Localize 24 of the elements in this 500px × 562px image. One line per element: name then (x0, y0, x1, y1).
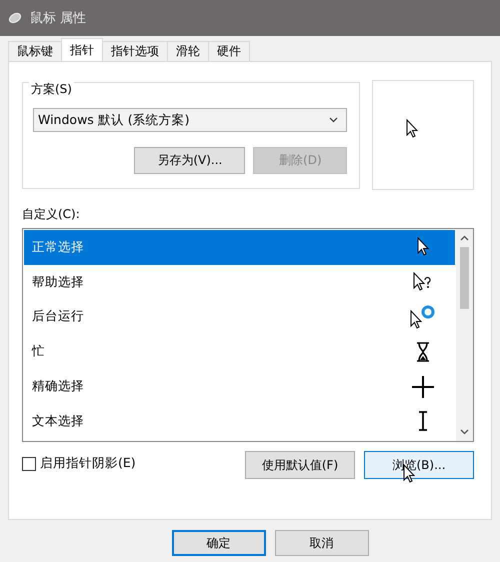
scroll-thumb[interactable] (460, 247, 469, 309)
dialog-button[interactable]: 确定 (172, 530, 266, 556)
cursor-list-item[interactable]: 正常选择 (24, 230, 455, 265)
scroll-up-icon[interactable] (460, 235, 469, 241)
dialog-button[interactable]: 取消 (274, 530, 368, 556)
cursor-list-item[interactable]: 精确选择 (24, 369, 455, 404)
action-button[interactable]: 使用默认值(F) (245, 451, 355, 479)
scroll-down-icon[interactable] (460, 429, 469, 435)
chevron-down-icon (329, 117, 338, 123)
scheme-dropdown[interactable]: Windows 默认 (系统方案) (33, 108, 348, 132)
checkbox[interactable] (22, 456, 36, 470)
cursor-list-item[interactable]: 后台运行 (24, 300, 455, 334)
cursor-list-item[interactable]: 文本选择 (24, 404, 455, 439)
window-title: 鼠标 属性 (30, 10, 86, 27)
scheme-button[interactable]: 另存为(V)... (134, 147, 246, 174)
tab[interactable]: 指针 (61, 38, 103, 61)
shadow-checkbox[interactable]: 启用指针阴影(E) (22, 455, 136, 472)
cursor-list-item[interactable]: 帮助选择 (24, 264, 455, 300)
customize-label: 自定义(C): (22, 206, 80, 223)
scrollbar[interactable] (456, 229, 473, 441)
cursor-list-item[interactable]: 忙 (24, 334, 455, 370)
tab[interactable]: 硬件 (208, 41, 250, 61)
tab[interactable]: 鼠标键 (8, 41, 62, 61)
group-label: 方案(S) (29, 81, 74, 98)
